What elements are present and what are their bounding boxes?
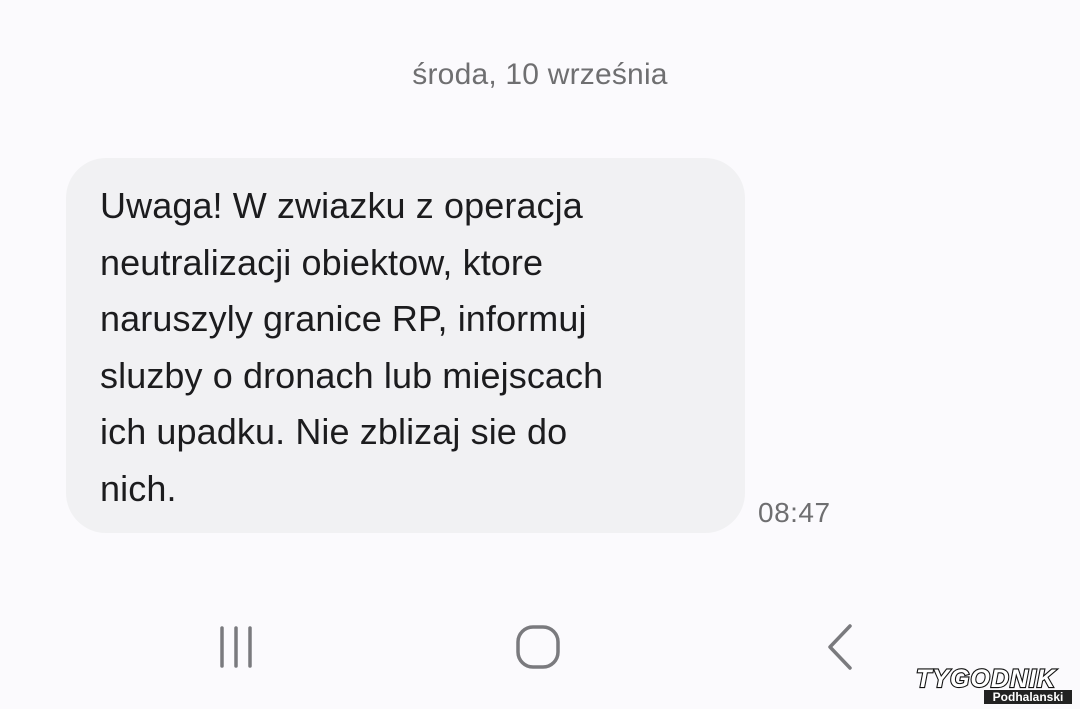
message-timestamp: 08:47: [758, 497, 831, 528]
date-separator: środa, 10 września: [0, 58, 1080, 92]
incoming-message-bubble[interactable]: Uwaga! W zwiazku z operacja neutralizacj…: [66, 158, 745, 533]
message-line: neutralizacji obiektow, ktore: [100, 241, 544, 283]
svg-text:Podhalanski: Podhalanski: [993, 690, 1064, 704]
message-line: ich upadku. Nie zblizaj sie do: [100, 411, 568, 452]
recents-button[interactable]: [201, 612, 271, 682]
home-icon: [516, 625, 560, 669]
svg-text:TYGODNIK: TYGODNIK: [916, 665, 1057, 693]
tygodnik-podhalanski-logo: TYGODNIK Podhalanski: [915, 664, 1072, 704]
message-line: sluzby o dronach lub miejscach: [100, 354, 604, 396]
back-button[interactable]: [805, 612, 875, 682]
message-line: nich.: [100, 467, 177, 509]
recents-icon: [220, 626, 252, 668]
message-row: Uwaga! W zwiazku z operacja neutralizacj…: [66, 158, 831, 533]
message-line: naruszyly granice RP, informuj: [100, 298, 587, 339]
home-button[interactable]: [503, 612, 573, 682]
back-icon: [828, 624, 852, 670]
date-separator-label: środa, 10 września: [412, 58, 668, 91]
messages-screen: środa, 10 września Uwaga! W zwiazku z op…: [0, 0, 1080, 709]
message-line: Uwaga! W zwiazku z operacja: [100, 185, 583, 226]
